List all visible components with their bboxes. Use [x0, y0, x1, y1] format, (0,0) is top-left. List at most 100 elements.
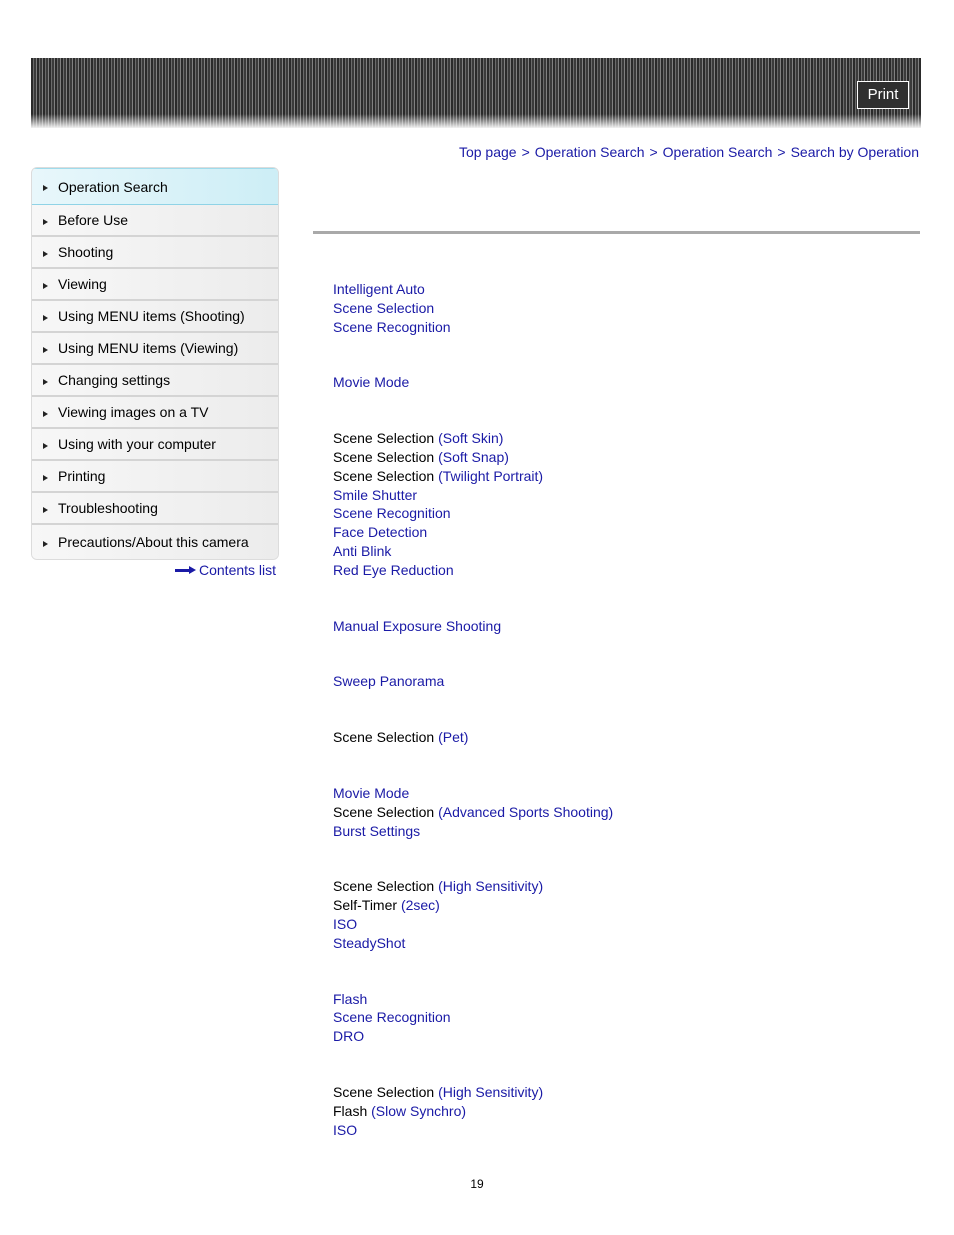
operation-link[interactable]: (Slow Synchro): [371, 1103, 466, 1119]
operation-group: Scene Selection (Soft Skin) Scene Selecti…: [333, 429, 913, 579]
sidebar-item-operation-search[interactable]: Operation Search: [32, 168, 278, 205]
list-item: Scene Recognition: [333, 1008, 913, 1027]
operation-link[interactable]: Intelligent Auto: [333, 281, 425, 297]
list-item: Self-Timer (2sec): [333, 896, 913, 915]
list-item: Scene Recognition: [333, 504, 913, 523]
sidebar-item-viewing-images-on-a-tv[interactable]: Viewing images on a TV: [32, 397, 278, 429]
operation-link[interactable]: Face Detection: [333, 524, 427, 540]
sidebar-item-changing-settings[interactable]: Changing settings: [32, 365, 278, 397]
operation-link[interactable]: (Advanced Sports Shooting): [438, 804, 613, 820]
operation-link[interactable]: Scene Recognition: [333, 505, 451, 521]
list-item: Scene Selection (High Sensitivity): [333, 1083, 913, 1102]
operation-link[interactable]: Manual Exposure Shooting: [333, 618, 501, 634]
item-prefix: Scene Selection: [333, 430, 439, 447]
operation-link[interactable]: (Twilight Portrait): [438, 468, 543, 484]
list-item: Scene Selection (High Sensitivity): [333, 877, 913, 896]
operation-link[interactable]: Scene Recognition: [333, 319, 451, 335]
sidebar-item-label: Using MENU items (Shooting): [58, 308, 245, 324]
breadcrumb-top-page[interactable]: Top page: [459, 144, 517, 160]
list-item: Flash: [333, 990, 913, 1009]
list-item: SteadyShot: [333, 934, 913, 953]
item-prefix: Flash: [333, 1102, 372, 1119]
sidebar-item-using-menu-items-viewing[interactable]: Using MENU items (Viewing): [32, 333, 278, 365]
breadcrumb-separator: >: [521, 144, 530, 160]
triangle-right-icon: [43, 540, 48, 547]
operation-link[interactable]: Scene Recognition: [333, 1009, 451, 1025]
list-item: Scene Selection (Pet): [333, 728, 913, 747]
sidebar-item-label: Precautions/About this camera: [58, 534, 249, 550]
contents-list-link[interactable]: Contents list: [175, 562, 276, 578]
breadcrumb-operation-search[interactable]: Operation Search: [535, 144, 645, 160]
print-button[interactable]: Print: [857, 81, 909, 109]
sidebar-item-label: Operation Search: [58, 178, 168, 195]
list-item: ISO: [333, 915, 913, 934]
operation-link[interactable]: Sweep Panorama: [333, 673, 444, 689]
operation-link[interactable]: (High Sensitivity): [438, 1084, 543, 1100]
operation-group: Scene Selection (Pet): [333, 728, 913, 747]
operation-link[interactable]: ISO: [333, 1122, 357, 1138]
list-item: Scene Recognition: [333, 318, 913, 337]
breadcrumb-search-by-operation[interactable]: Search by Operation: [791, 144, 919, 160]
operation-link[interactable]: (Pet): [438, 729, 468, 745]
triangle-right-icon: [43, 218, 48, 225]
breadcrumb-separator: >: [649, 144, 658, 160]
triangle-right-icon: [43, 282, 48, 289]
arrow-right-icon: [175, 565, 197, 575]
sidebar-item-printing[interactable]: Printing: [32, 461, 278, 493]
sidebar-item-label: Changing settings: [58, 372, 171, 388]
breadcrumb-separator: >: [777, 144, 786, 160]
item-prefix: Scene Selection: [333, 1083, 439, 1100]
list-item: Red Eye Reduction: [333, 561, 913, 580]
operation-link[interactable]: Scene Selection: [333, 300, 434, 316]
operation-link[interactable]: Flash: [333, 991, 367, 1007]
operation-link[interactable]: (High Sensitivity): [438, 878, 543, 894]
sidebar-item-label: Before Use: [58, 212, 129, 228]
list-item: Movie Mode: [333, 784, 913, 803]
list-item: Burst Settings: [333, 822, 913, 841]
sidebar-item-label: Shooting: [58, 244, 114, 260]
operation-group: Movie Mode: [333, 373, 913, 392]
triangle-right-icon: [43, 474, 48, 481]
sidebar-item-using-with-your-computer[interactable]: Using with your computer: [32, 429, 278, 461]
operation-link[interactable]: Red Eye Reduction: [333, 562, 454, 578]
operation-link[interactable]: Smile Shutter: [333, 487, 417, 503]
operation-link[interactable]: Movie Mode: [333, 374, 409, 390]
item-prefix: Scene Selection: [333, 878, 439, 895]
list-item: Face Detection: [333, 523, 913, 542]
list-item: Smile Shutter: [333, 486, 913, 505]
operation-link[interactable]: Anti Blink: [333, 543, 391, 559]
operation-link[interactable]: DRO: [333, 1028, 364, 1044]
operation-group: Movie Mode Scene Selection (Advanced Spor…: [333, 784, 913, 840]
sidebar-item-shooting[interactable]: Shooting: [32, 237, 278, 269]
operation-group: Intelligent Auto Scene Selection Scene Rec…: [333, 280, 913, 336]
sidebar-item-troubleshooting[interactable]: Troubleshooting: [32, 493, 278, 525]
header-banner: Print: [31, 58, 921, 128]
operation-group: Scene Selection (High Sensitivity) Flash …: [333, 1083, 913, 1139]
operation-link[interactable]: (Soft Skin): [438, 430, 503, 446]
operation-group: Manual Exposure Shooting: [333, 617, 913, 636]
operation-link[interactable]: Burst Settings: [333, 823, 420, 839]
triangle-right-icon: [43, 378, 48, 385]
sidebar-item-label: Using with your computer: [58, 436, 216, 452]
operation-link[interactable]: SteadyShot: [333, 935, 405, 951]
breadcrumb-operation-search-2[interactable]: Operation Search: [663, 144, 773, 160]
triangle-right-icon: [43, 314, 48, 321]
sidebar-item-viewing[interactable]: Viewing: [32, 269, 278, 301]
operation-link[interactable]: Movie Mode: [333, 785, 409, 801]
breadcrumb: Top page > Operation Search > Operation Sear…: [459, 144, 919, 160]
list-item: Anti Blink: [333, 542, 913, 561]
sidebar-item-precautions-about-this-camera[interactable]: Precautions/About this camera: [32, 525, 278, 559]
item-prefix: Scene Selection: [333, 467, 439, 484]
list-item: Scene Selection (Twilight Portrait): [333, 467, 913, 486]
sidebar-item-using-menu-items-shooting[interactable]: Using MENU items (Shooting): [32, 301, 278, 333]
list-item: ISO: [333, 1121, 913, 1140]
list-item: Intelligent Auto: [333, 280, 913, 299]
list-item: Scene Selection (Soft Skin): [333, 429, 913, 448]
sidebar-item-before-use[interactable]: Before Use: [32, 205, 278, 237]
operation-link[interactable]: (Soft Snap): [438, 449, 509, 465]
item-prefix: Scene Selection: [333, 729, 439, 746]
sidebar-item-label: Viewing images on a TV: [58, 404, 209, 420]
operation-link[interactable]: ISO: [333, 916, 357, 932]
item-prefix: Scene Selection: [333, 448, 439, 465]
operation-link[interactable]: (2sec): [401, 897, 440, 913]
